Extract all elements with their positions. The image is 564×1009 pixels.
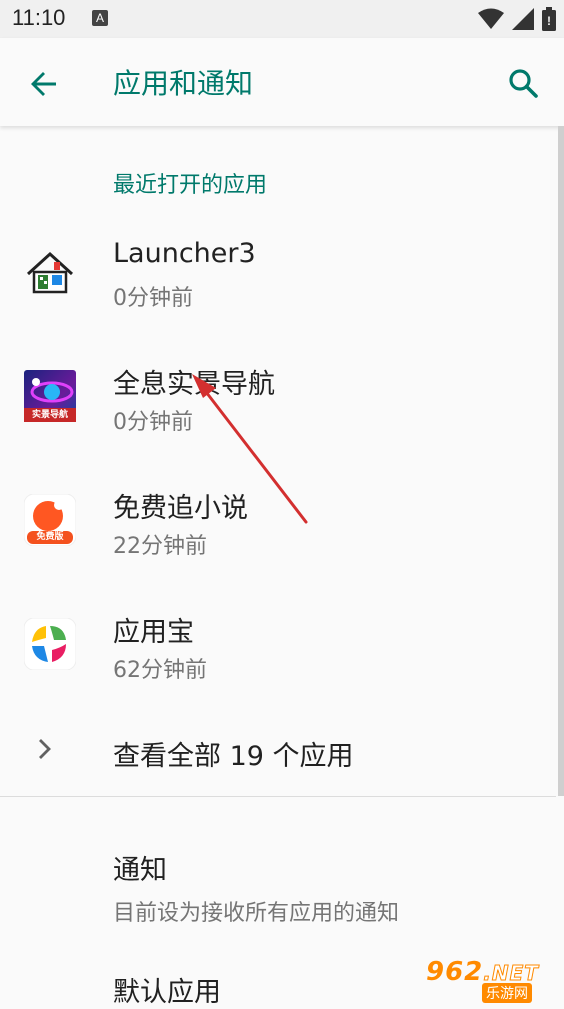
watermark-suffix: .NET — [483, 961, 539, 986]
annotation-arrow-icon — [192, 374, 308, 524]
watermark-subtitle: 乐游网 — [482, 983, 532, 1003]
watermark-logo-text: 962 — [426, 957, 484, 987]
watermark-logo: 962.NET 乐游网 — [426, 953, 560, 1003]
